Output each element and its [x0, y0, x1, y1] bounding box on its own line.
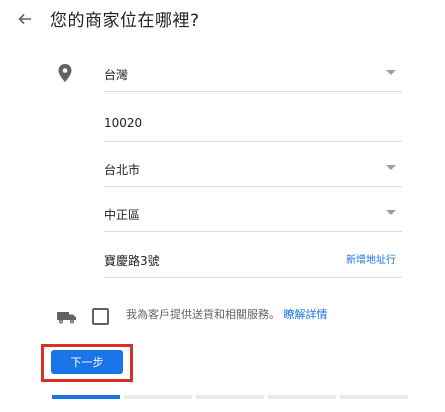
page: 您的商家位在哪裡? 台灣 10020 台北市 中正區 寶慶路3號 新增地址行 我…	[0, 0, 445, 412]
dropdown-caret-icon	[386, 165, 396, 170]
delivery-checkbox[interactable]	[92, 308, 109, 325]
next-button[interactable]: 下一步	[51, 350, 123, 374]
add-address-line-link[interactable]: 新增地址行	[346, 251, 396, 266]
district-select[interactable]: 中正區	[104, 202, 402, 232]
delivery-text: 我為客戶提供送貨和相關服務。	[126, 308, 280, 321]
truck-icon	[57, 309, 77, 328]
delivery-label: 我為客戶提供送貨和相關服務。 瞭解詳情	[126, 306, 328, 322]
progress-step	[124, 395, 192, 399]
progress-bar	[52, 395, 408, 399]
progress-step	[196, 395, 264, 399]
back-arrow-icon[interactable]	[14, 8, 36, 30]
dropdown-caret-icon	[386, 210, 396, 215]
postal-code-input[interactable]: 10020	[104, 112, 402, 142]
district-value: 中正區	[104, 208, 141, 222]
postal-code-value: 10020	[104, 116, 143, 130]
city-value: 台北市	[104, 163, 141, 177]
location-pin-icon	[58, 64, 72, 82]
address-input[interactable]: 寶慶路3號 新增地址行	[104, 248, 402, 278]
progress-step	[268, 395, 336, 399]
country-value: 台灣	[104, 68, 129, 82]
address-value: 寶慶路3號	[104, 254, 160, 268]
page-title: 您的商家位在哪裡?	[50, 11, 200, 31]
city-select[interactable]: 台北市	[104, 157, 402, 187]
country-select[interactable]: 台灣	[104, 62, 402, 92]
learn-more-link[interactable]: 瞭解詳情	[284, 308, 328, 321]
progress-step	[52, 395, 120, 399]
dropdown-caret-icon	[386, 70, 396, 75]
progress-step	[340, 395, 408, 399]
